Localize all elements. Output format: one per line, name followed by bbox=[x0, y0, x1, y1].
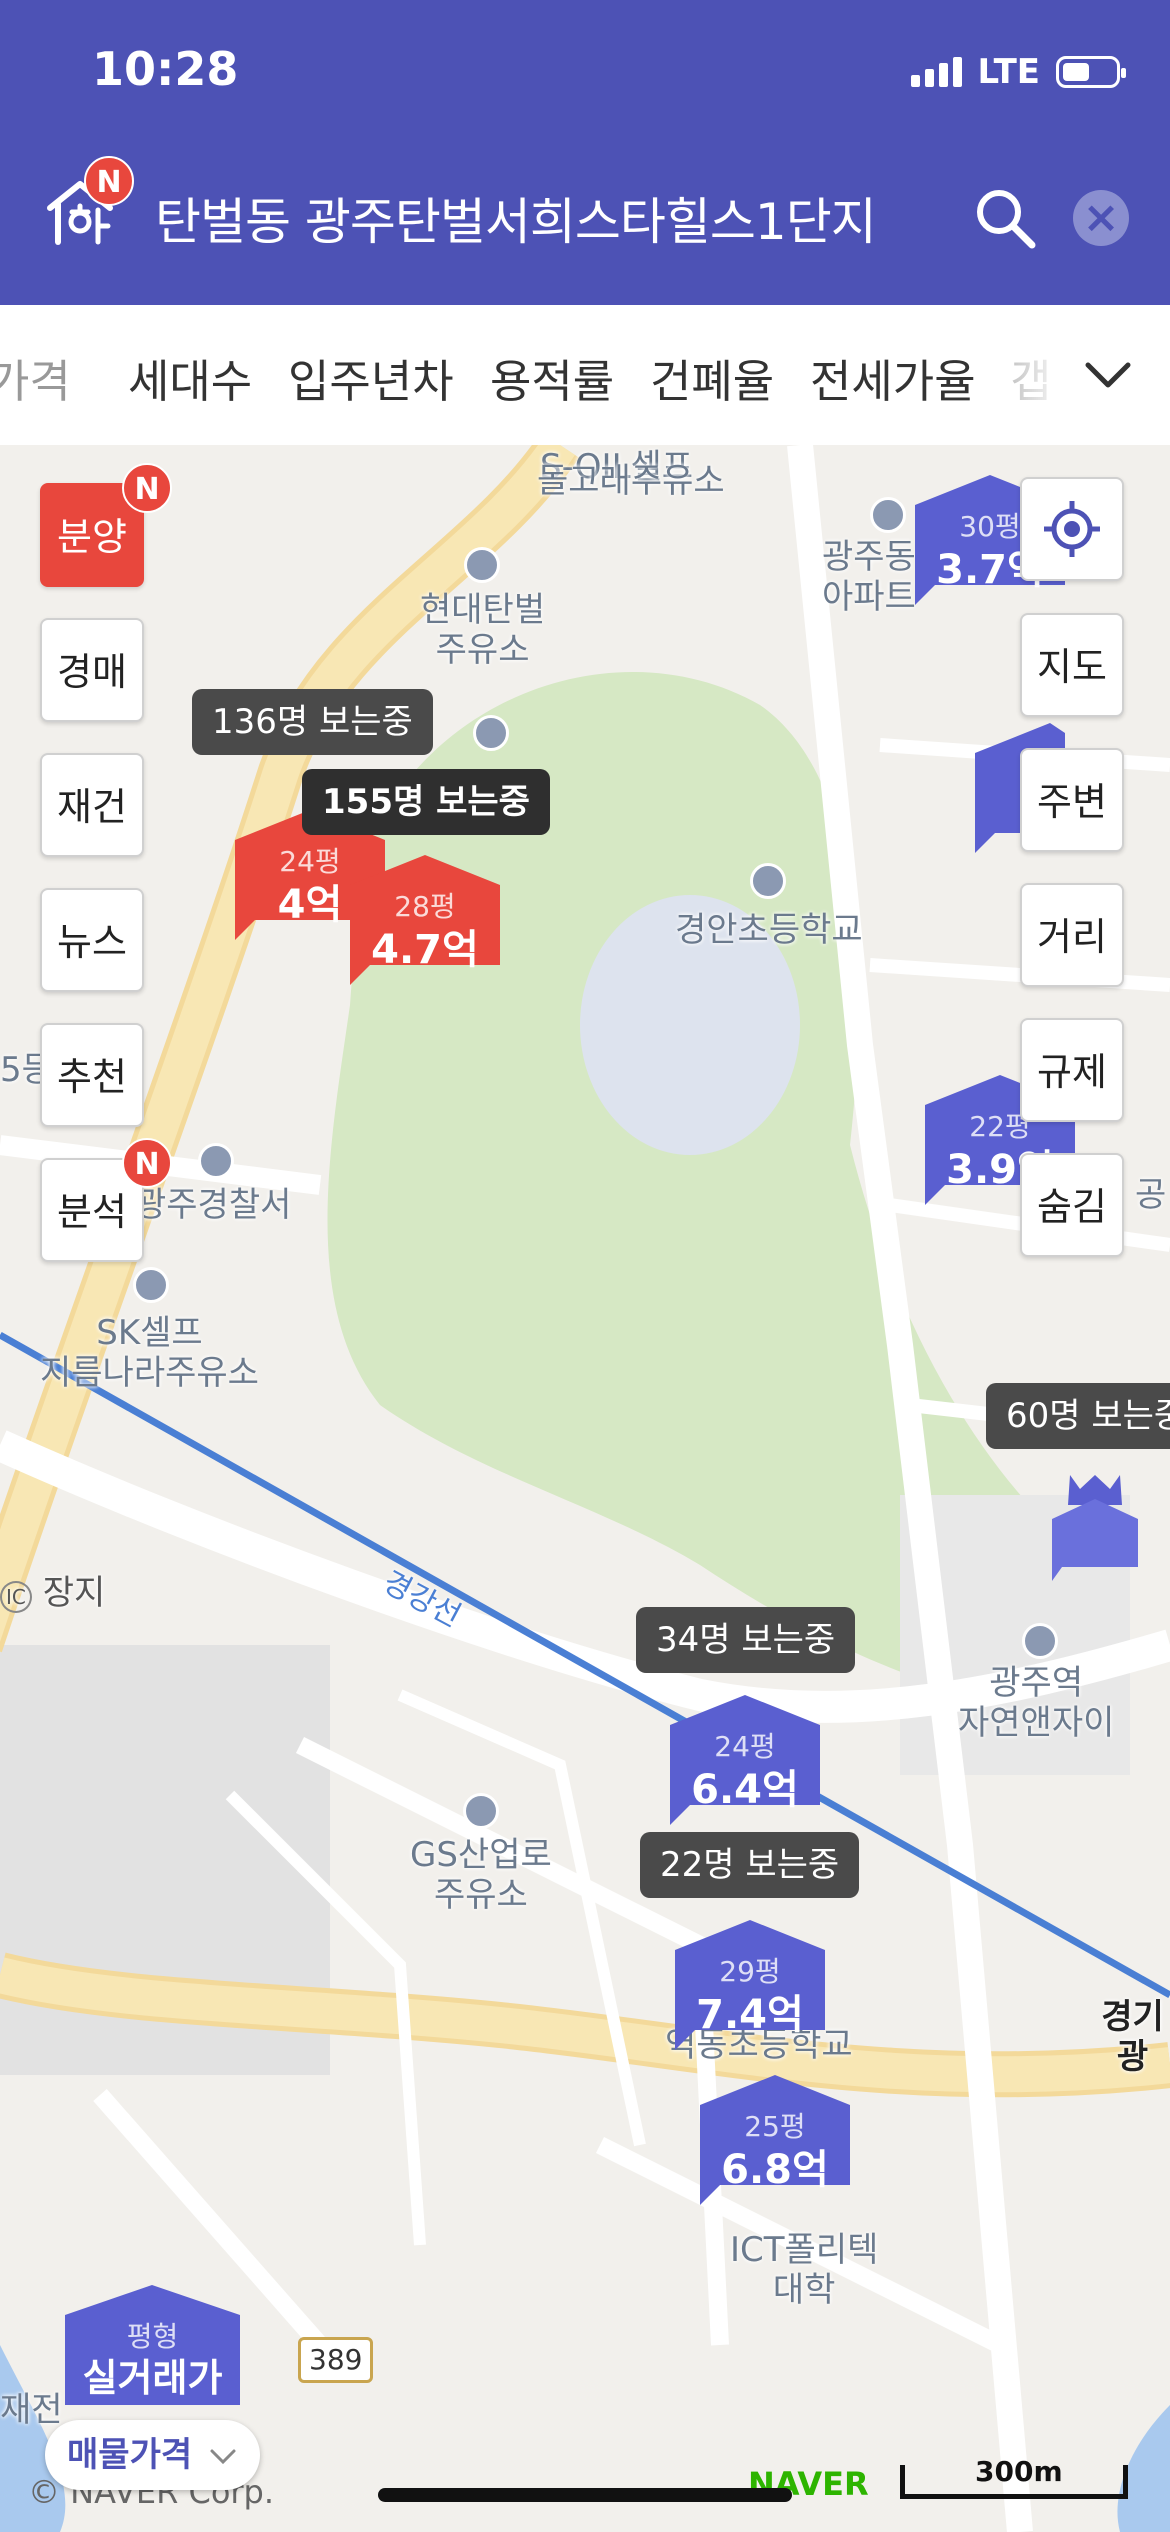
price-marker[interactable]: 29평 7.4억 bbox=[675, 1920, 825, 2070]
school-icon bbox=[750, 863, 786, 899]
crown-marker-icon[interactable] bbox=[1050, 1475, 1140, 1589]
price-marker[interactable]: 28평 4.7억 bbox=[350, 855, 500, 1005]
home-logo-icon[interactable]: N bbox=[42, 156, 134, 250]
status-icons: LTE bbox=[910, 52, 1126, 92]
filter-tabs: 가격 세대수 입주년차 용적률 건폐율 전세가율 갭 bbox=[0, 305, 1170, 447]
search-icon[interactable] bbox=[972, 185, 1038, 251]
battery-icon bbox=[1056, 56, 1126, 88]
map-label-hyundai-gas: 현대탄벌 주유소 bbox=[420, 590, 546, 670]
gas-station-icon bbox=[464, 547, 500, 583]
auction-button[interactable]: 경매 bbox=[40, 618, 144, 722]
filter-tab[interactable]: 건폐율 bbox=[650, 345, 774, 410]
map-label-police: 광주경찰서 bbox=[135, 1185, 292, 1225]
map-label-apartment-top: 광주동 아파트 bbox=[822, 537, 916, 617]
road-number-badge: 389 bbox=[298, 2337, 374, 2383]
filter-tab[interactable]: 가격 bbox=[0, 345, 71, 410]
viewer-count-tooltip: 34명 보는중 bbox=[636, 1607, 856, 1673]
viewer-count-tooltip: 60명 보는중 bbox=[986, 1383, 1170, 1449]
map-scale: 300m bbox=[900, 2455, 1128, 2499]
signal-icon bbox=[910, 57, 962, 87]
hide-button[interactable]: 숨김 bbox=[1020, 1153, 1124, 1257]
recommend-button[interactable]: 추천 bbox=[40, 1023, 144, 1127]
rebuild-button[interactable]: 재건 bbox=[40, 753, 144, 857]
filter-tab[interactable]: 세대수 bbox=[128, 345, 252, 410]
school-icon bbox=[473, 715, 509, 751]
page-title[interactable]: 탄벌동 광주탄벌서희스타힐스1단지 bbox=[155, 182, 877, 254]
ic-name: 장지 bbox=[42, 1573, 106, 1613]
filter-tab[interactable]: 입주년차 bbox=[288, 345, 454, 410]
price-type-dropdown[interactable]: 매물가격 bbox=[45, 2420, 260, 2490]
police-icon bbox=[198, 1143, 234, 1179]
map-label-ic: IC 장지 bbox=[0, 1573, 105, 1617]
marker-price: 4.7억 bbox=[371, 927, 479, 973]
regulation-button[interactable]: 규제 bbox=[1020, 1018, 1124, 1122]
status-time: 10:28 bbox=[92, 42, 239, 96]
apartment-icon bbox=[870, 497, 906, 533]
map-view[interactable]: S-OIL셀프 돌고래주유소 현대탄벌 주유소 광주동 아파트 경안초등학교 광… bbox=[0, 445, 1170, 2532]
app-header: 10:28 LTE N 탄벌동 광주탄벌서희스타힐스1단지 × bbox=[0, 0, 1170, 305]
viewer-count-tooltip: 22명 보는중 bbox=[640, 1832, 860, 1898]
price-marker[interactable]: 24평 6.4억 bbox=[670, 1695, 820, 1845]
presale-new-badge: N bbox=[122, 463, 172, 513]
marker-price: 실거래가 bbox=[82, 2356, 223, 2400]
marker-price: 6.4억 bbox=[691, 1767, 799, 1813]
filter-tab[interactable]: 전세가율 bbox=[810, 345, 976, 410]
gas-station-icon bbox=[463, 1793, 499, 1829]
my-location-icon[interactable] bbox=[1020, 477, 1124, 581]
map-label-gyeongan-school: 경안초등학교 bbox=[675, 910, 863, 950]
chevron-down-icon bbox=[210, 2449, 236, 2465]
scale-label: 300m bbox=[975, 2455, 1063, 2488]
price-type-marker[interactable]: 평형 실거래가 bbox=[65, 2285, 240, 2435]
price-type-label: 매물가격 bbox=[67, 2435, 193, 2475]
analysis-new-badge: N bbox=[122, 1138, 172, 1188]
apartment-icon bbox=[1022, 1623, 1058, 1659]
filter-tab[interactable]: 용적률 bbox=[490, 345, 614, 410]
price-marker[interactable]: 25평 6.8억 bbox=[700, 2075, 850, 2225]
chevron-down-icon[interactable] bbox=[1082, 349, 1134, 401]
marker-price: 7.4억 bbox=[696, 1992, 804, 2038]
map-label-gs-gas: GS산업로 주유소 bbox=[410, 1835, 552, 1915]
viewer-count-tooltip: 155명 보는중 bbox=[302, 769, 550, 835]
map-label-college: ICT폴리텍 대학 bbox=[730, 2230, 879, 2310]
map-label-left-edge: 재전 bbox=[0, 2390, 63, 2430]
gas-station-icon bbox=[133, 1267, 169, 1303]
viewer-count-tooltip: 136명 보는중 bbox=[192, 689, 433, 755]
map-label-right-edge: 공 bbox=[1135, 1175, 1167, 1215]
network-label: LTE bbox=[977, 52, 1040, 92]
distance-button[interactable]: 거리 bbox=[1020, 883, 1124, 987]
map-label-station: 경기광 bbox=[1101, 1997, 1164, 2077]
map-type-button[interactable]: 지도 bbox=[1020, 613, 1124, 717]
marker-price: 6.8억 bbox=[721, 2147, 829, 2193]
home-indicator[interactable] bbox=[378, 2488, 792, 2502]
logo-new-badge: N bbox=[84, 156, 134, 206]
map-label-dolgorae: 돌고래주유소 bbox=[537, 461, 725, 501]
news-button[interactable]: 뉴스 bbox=[40, 888, 144, 992]
nearby-button[interactable]: 주변 bbox=[1020, 748, 1124, 852]
map-label-sk-gas: SK셀프 지름나라주유소 bbox=[40, 1313, 259, 1393]
close-icon[interactable]: × bbox=[1073, 190, 1129, 246]
map-label-gwangju-station-apt: 광주역 자연앤자이 bbox=[958, 1663, 1115, 1743]
